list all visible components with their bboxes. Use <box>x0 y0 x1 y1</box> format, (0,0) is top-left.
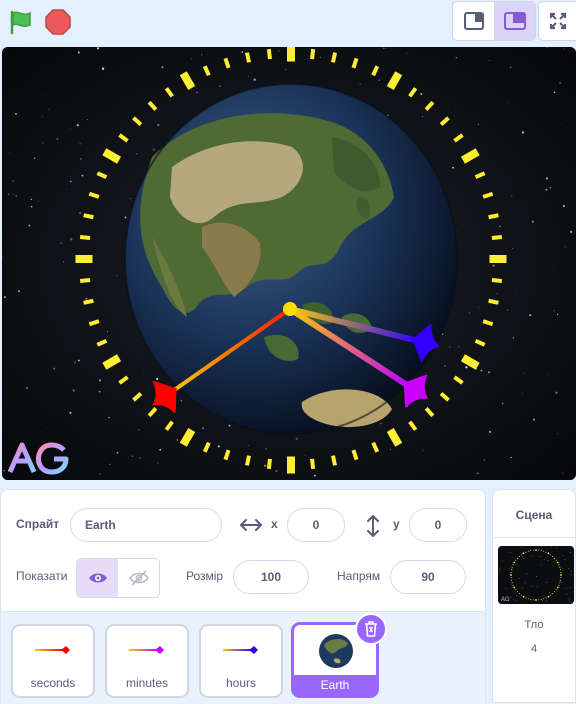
eye-icon <box>88 573 107 583</box>
sprite-name-value: Earth <box>85 518 116 532</box>
sprite-tile-label: Earth <box>294 675 376 695</box>
hour-tick <box>287 456 295 474</box>
show-sprite-button[interactable] <box>77 559 118 597</box>
stage-thumbnail-image: AG <box>498 546 574 604</box>
normal-stage-button[interactable] <box>494 2 535 40</box>
hide-sprite-button[interactable] <box>118 559 159 597</box>
visibility-toggle <box>76 558 160 598</box>
stop-icon[interactable] <box>44 8 72 36</box>
stage-header <box>0 0 576 44</box>
sprite-tile-label: seconds <box>30 676 76 690</box>
x-label: x <box>271 517 278 531</box>
y-value: 0 <box>434 518 442 532</box>
hour-tick <box>489 255 507 263</box>
hour-tick <box>287 47 295 62</box>
delete-sprite-button[interactable] <box>355 613 387 645</box>
size-label: Розмір <box>186 569 224 583</box>
normal-stage-icon <box>503 12 526 30</box>
y-label: y <box>393 517 400 531</box>
hours-hand-thumbnail <box>223 646 258 654</box>
size-value: 100 <box>260 570 282 584</box>
backdrop-count: 4 <box>530 643 538 655</box>
minutes-hand-thumbnail <box>129 646 164 654</box>
stage-thumbnail[interactable]: AG <box>498 546 574 604</box>
x-arrows-icon <box>240 519 262 531</box>
fullscreen-button[interactable] <box>538 1 576 41</box>
x-input[interactable]: 0 <box>287 508 345 542</box>
svg-text:AG: AG <box>501 597 510 603</box>
direction-value: 90 <box>421 570 435 584</box>
show-label: Показати <box>16 569 68 583</box>
clock-scene: AG <box>2 47 576 480</box>
stage-size-toggle <box>452 1 536 41</box>
y-arrows-icon <box>367 515 379 537</box>
sprite-label: Спрайт <box>16 517 60 531</box>
sprite-name-input[interactable]: Earth <box>70 508 222 542</box>
small-stage-button[interactable] <box>453 2 494 40</box>
stage-canvas[interactable]: AG <box>2 47 576 480</box>
sprite-tile-label: minutes <box>125 676 169 690</box>
sprite-tile-seconds[interactable]: seconds <box>11 624 95 698</box>
earth-thumbnail <box>319 634 353 668</box>
eye-crossed-icon <box>128 570 149 586</box>
x-value: 0 <box>312 518 320 532</box>
divider <box>493 537 575 538</box>
seconds-hand-thumbnail <box>35 646 70 654</box>
y-input[interactable]: 0 <box>409 508 467 542</box>
clock-hub <box>283 302 297 316</box>
sprite-tile-label: hours <box>225 676 257 690</box>
direction-label: Напрям <box>337 569 381 583</box>
size-input[interactable]: 100 <box>233 560 309 594</box>
small-stage-icon <box>463 12 484 30</box>
hour-tick <box>75 255 93 263</box>
trash-icon <box>365 621 377 637</box>
fullscreen-icon <box>549 12 567 30</box>
green-flag-icon[interactable] <box>6 8 34 36</box>
stage-panel-title: Сцена <box>515 508 553 522</box>
sprite-tile-hours[interactable]: hours <box>199 624 283 698</box>
backdrop-label: Тло <box>524 619 544 631</box>
sprite-tile-minutes[interactable]: minutes <box>105 624 189 698</box>
direction-input[interactable]: 90 <box>390 560 466 594</box>
